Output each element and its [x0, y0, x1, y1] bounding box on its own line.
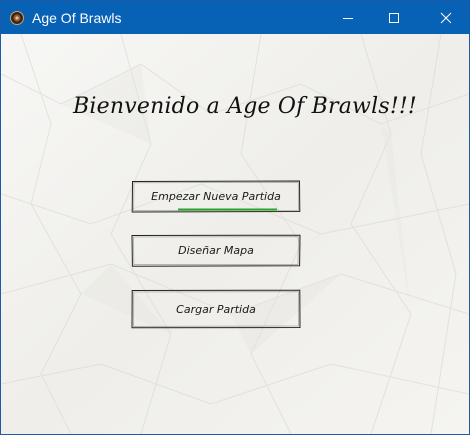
design-map-button-label: Diseñar Mapa: [178, 244, 254, 257]
minimize-icon: [343, 17, 353, 19]
maximize-button[interactable]: [371, 1, 417, 34]
new-game-button[interactable]: Empezar Nueva Partida: [131, 180, 301, 213]
maximize-icon: [389, 12, 399, 23]
close-button[interactable]: [423, 1, 469, 34]
load-game-button[interactable]: Cargar Partida: [131, 289, 301, 329]
window-title: Age Of Brawls: [32, 10, 122, 26]
welcome-heading: Bienvenido a Age Of Brawls!!!: [73, 94, 417, 119]
close-icon: [440, 12, 452, 23]
minimize-button[interactable]: [325, 1, 371, 34]
load-game-button-label: Cargar Partida: [176, 302, 256, 316]
app-icon: [10, 10, 24, 25]
title-bar[interactable]: Age Of Brawls: [1, 1, 469, 34]
main-area: Bienvenido a Age Of Brawls!!! Empezar Nu…: [1, 34, 469, 434]
design-map-button[interactable]: Diseñar Mapa: [131, 234, 301, 267]
app-window: Age Of Brawls Bienvenido a Age Of Brawls…: [0, 0, 470, 435]
new-game-button-label: Empezar Nueva Partida: [151, 190, 281, 203]
